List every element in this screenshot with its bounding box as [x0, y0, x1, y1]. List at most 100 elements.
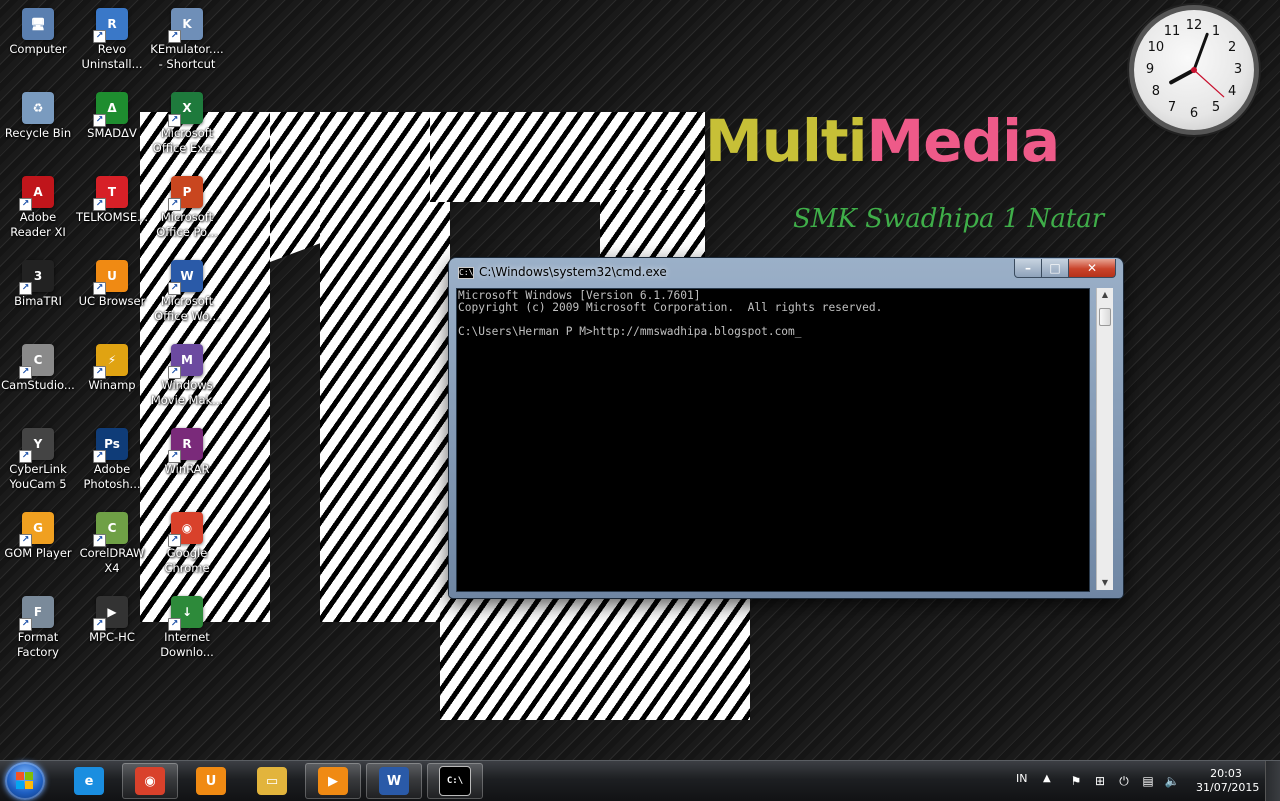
uc-browser-icon: U [196, 767, 226, 795]
shortcut-arrow-icon: ↗ [93, 282, 106, 295]
coreldraw-icon: C ↗ [93, 512, 128, 547]
desktop-icon-chrome[interactable]: ◉ ↗ Google Chrome [149, 506, 225, 576]
chrome-icon: ◉ ↗ [168, 512, 203, 547]
desktop-icon-telkomsel[interactable]: T ↗ TELKOMSE... [74, 170, 150, 225]
chrome-icon: ◉ [135, 767, 165, 795]
desktop-icon-label: Microsoft Office Po... [156, 210, 218, 239]
tray-time: 20:03 [1210, 767, 1242, 780]
tray-date: 31/07/2015 [1196, 781, 1260, 794]
clock-number: 5 [1211, 100, 1221, 116]
windows-flag-icon[interactable]: ⊞ [1092, 773, 1108, 789]
taskbar-button-internet-explorer[interactable]: e [61, 763, 117, 799]
desktop-icon-uc-browser[interactable]: U ↗ UC Browser [74, 254, 150, 309]
taskbar-button-media-player[interactable]: ▶ [305, 763, 361, 799]
clock-number: 7 [1167, 100, 1177, 116]
taskbar-button-microsoft-word[interactable]: W [366, 763, 422, 799]
desktop-icon-winamp[interactable]: ⚡ ↗ Winamp [74, 338, 150, 393]
desktop-icon-photoshop[interactable]: Ps ↗ Adobe Photosh... [74, 422, 150, 492]
scroll-up-arrow[interactable]: ▲ [1097, 288, 1113, 302]
console-area[interactable]: Microsoft Windows [Version 6.1.7601] Cop… [456, 288, 1090, 592]
desktop-icon-label: GOM Player [4, 546, 72, 560]
taskbar-button-uc-browser[interactable]: U [183, 763, 239, 799]
desktop-icon-bimatri[interactable]: 3 ↗ BimaTRI [0, 254, 76, 309]
show-desktop-button[interactable] [1265, 761, 1280, 801]
desktop-icon-revo-uninstaller[interactable]: R ↗ Revo Uninstall... [74, 2, 150, 72]
desktop-icon-youcam[interactable]: Y ↗ CyberLink YouCam 5 [0, 422, 76, 492]
internet-explorer-icon: e [74, 767, 104, 795]
desktop-icon-label: Format Factory [16, 630, 59, 659]
desktop-icon-smadav[interactable]: Δ ↗ SMADΔV [74, 86, 150, 141]
clock-gadget[interactable]: 12 1 2 3 4 5 6 7 8 9 10 11 [1134, 10, 1254, 130]
scroll-down-arrow[interactable]: ▼ [1097, 576, 1113, 590]
desktop-icon-label: SMADΔV [87, 126, 137, 140]
logo-word-media: Media [866, 107, 1061, 175]
wallpaper-pattern-block [600, 190, 705, 260]
shortcut-arrow-icon: ↗ [19, 534, 32, 547]
cmd-window[interactable]: C:\ C:\Windows\system32\cmd.exe – □ ✕ Mi… [449, 258, 1123, 598]
cmd-titlebar[interactable]: C:\ C:\Windows\system32\cmd.exe – □ ✕ [449, 258, 1123, 284]
desktop-icon-label: KEmulator.... - Shortcut [150, 42, 224, 71]
desktop-icon-gom-player[interactable]: G ↗ GOM Player [0, 506, 76, 561]
desktop-icon-label: UC Browser [78, 294, 146, 308]
action-center-icon[interactable]: ⚑ [1068, 773, 1084, 789]
desktop-icon-format-factory[interactable]: F ↗ Format Factory [0, 590, 76, 660]
winrar-icon: R ↗ [168, 428, 203, 463]
maximize-button[interactable]: □ [1041, 259, 1069, 278]
taskbar-button-windows-explorer[interactable]: ▭ [244, 763, 300, 799]
power-plug-icon[interactable]: ⏻ [1116, 773, 1132, 789]
desktop-icon-label: MPC-HC [89, 630, 135, 644]
console-scrollbar[interactable]: ▲ ▼ [1096, 288, 1113, 590]
shortcut-arrow-icon: ↗ [19, 618, 32, 631]
desktop-icon-winrar[interactable]: R ↗ WinRAR [149, 422, 225, 477]
clock-readout[interactable]: 20:03 31/07/2015 [1196, 767, 1260, 795]
desktop-icon-label: WinRAR [164, 462, 210, 476]
desktop-icon-label: Google Chrome [164, 546, 210, 575]
close-button[interactable]: ✕ [1068, 259, 1116, 278]
desktop-icon-powerpoint[interactable]: P ↗ Microsoft Office Po... [149, 170, 225, 240]
taskbar-button-command-prompt[interactable]: C:\ [427, 763, 483, 799]
desktop-icon-word[interactable]: W ↗ Microsoft Office Wo... [149, 254, 225, 324]
show-hidden-icons-icon[interactable]: ▲ [1043, 773, 1051, 784]
shortcut-arrow-icon: ↗ [93, 450, 106, 463]
minimize-button[interactable]: – [1014, 259, 1042, 278]
desktop-icon-label: Adobe Reader XI [10, 210, 66, 239]
wallpaper-pattern-block [440, 598, 750, 720]
computer-icon: 🖥 [22, 8, 54, 40]
desktop-icon-label: Winamp [88, 378, 136, 392]
clock-number: 4 [1227, 84, 1237, 99]
taskbar: e ◉ U ▭ ▶ W C:\ IN ▲ ⚑ ⊞ ⏻ ▤ 🔈 20:03 31/07/201… [0, 760, 1280, 801]
start-button[interactable] [5, 762, 45, 800]
desktop-icon-idm[interactable]: ↓ ↗ Internet Downlo... [149, 590, 225, 660]
shortcut-arrow-icon: ↗ [19, 366, 32, 379]
volume-icon[interactable]: 🔈 [1164, 773, 1180, 789]
desktop-icon-label: CyberLink YouCam 5 [9, 462, 67, 491]
logo-subtitle: SMK Swadhipa 1 Natar [793, 204, 1105, 234]
shortcut-arrow-icon: ↗ [168, 198, 181, 211]
language-indicator[interactable]: IN [1016, 772, 1027, 785]
desktop-icon-label: CorelDRAW X4 [79, 546, 145, 575]
revo-uninstaller-icon: R ↗ [93, 8, 128, 43]
shortcut-arrow-icon: ↗ [168, 282, 181, 295]
recycle-bin-icon: ♻ [22, 92, 54, 124]
desktop-icon-camstudio[interactable]: C ↗ CamStudio... [0, 338, 76, 393]
logo-word-multi: Multi [705, 107, 867, 175]
desktop-icon-recycle-bin[interactable]: ♻ Recycle Bin [0, 86, 76, 141]
clock-hour-hand [1169, 68, 1196, 85]
taskbar-button-google-chrome[interactable]: ◉ [122, 763, 178, 799]
shortcut-arrow-icon: ↗ [168, 618, 181, 631]
desktop-icon-computer[interactable]: 🖥 Computer [0, 2, 76, 57]
scroll-thumb[interactable] [1099, 308, 1111, 326]
desktop-icon-label: Recycle Bin [4, 126, 72, 140]
desktop-icon-adobe-reader[interactable]: A ↗ Adobe Reader XI [0, 170, 76, 240]
photoshop-icon: Ps ↗ [93, 428, 128, 463]
clock-number: 11 [1163, 23, 1181, 39]
desktop-icon-movie-maker[interactable]: M ↗ Windows Movie Mak... [149, 338, 225, 408]
youcam-icon: Y ↗ [19, 428, 54, 463]
desktop-icon-kemulator[interactable]: K ↗ KEmulator.... - Shortcut [149, 2, 225, 72]
console-output[interactable]: Microsoft Windows [Version 6.1.7601] Cop… [457, 289, 1089, 339]
network-icon[interactable]: ▤ [1140, 773, 1156, 789]
desktop-icon-coreldraw[interactable]: C ↗ CorelDRAW X4 [74, 506, 150, 576]
desktop-icon-excel[interactable]: X ↗ Microsoft Office Exc... [149, 86, 225, 156]
uc-browser-icon: U ↗ [93, 260, 128, 295]
desktop-icon-mpc-hc[interactable]: ▶ ↗ MPC-HC [74, 590, 150, 645]
